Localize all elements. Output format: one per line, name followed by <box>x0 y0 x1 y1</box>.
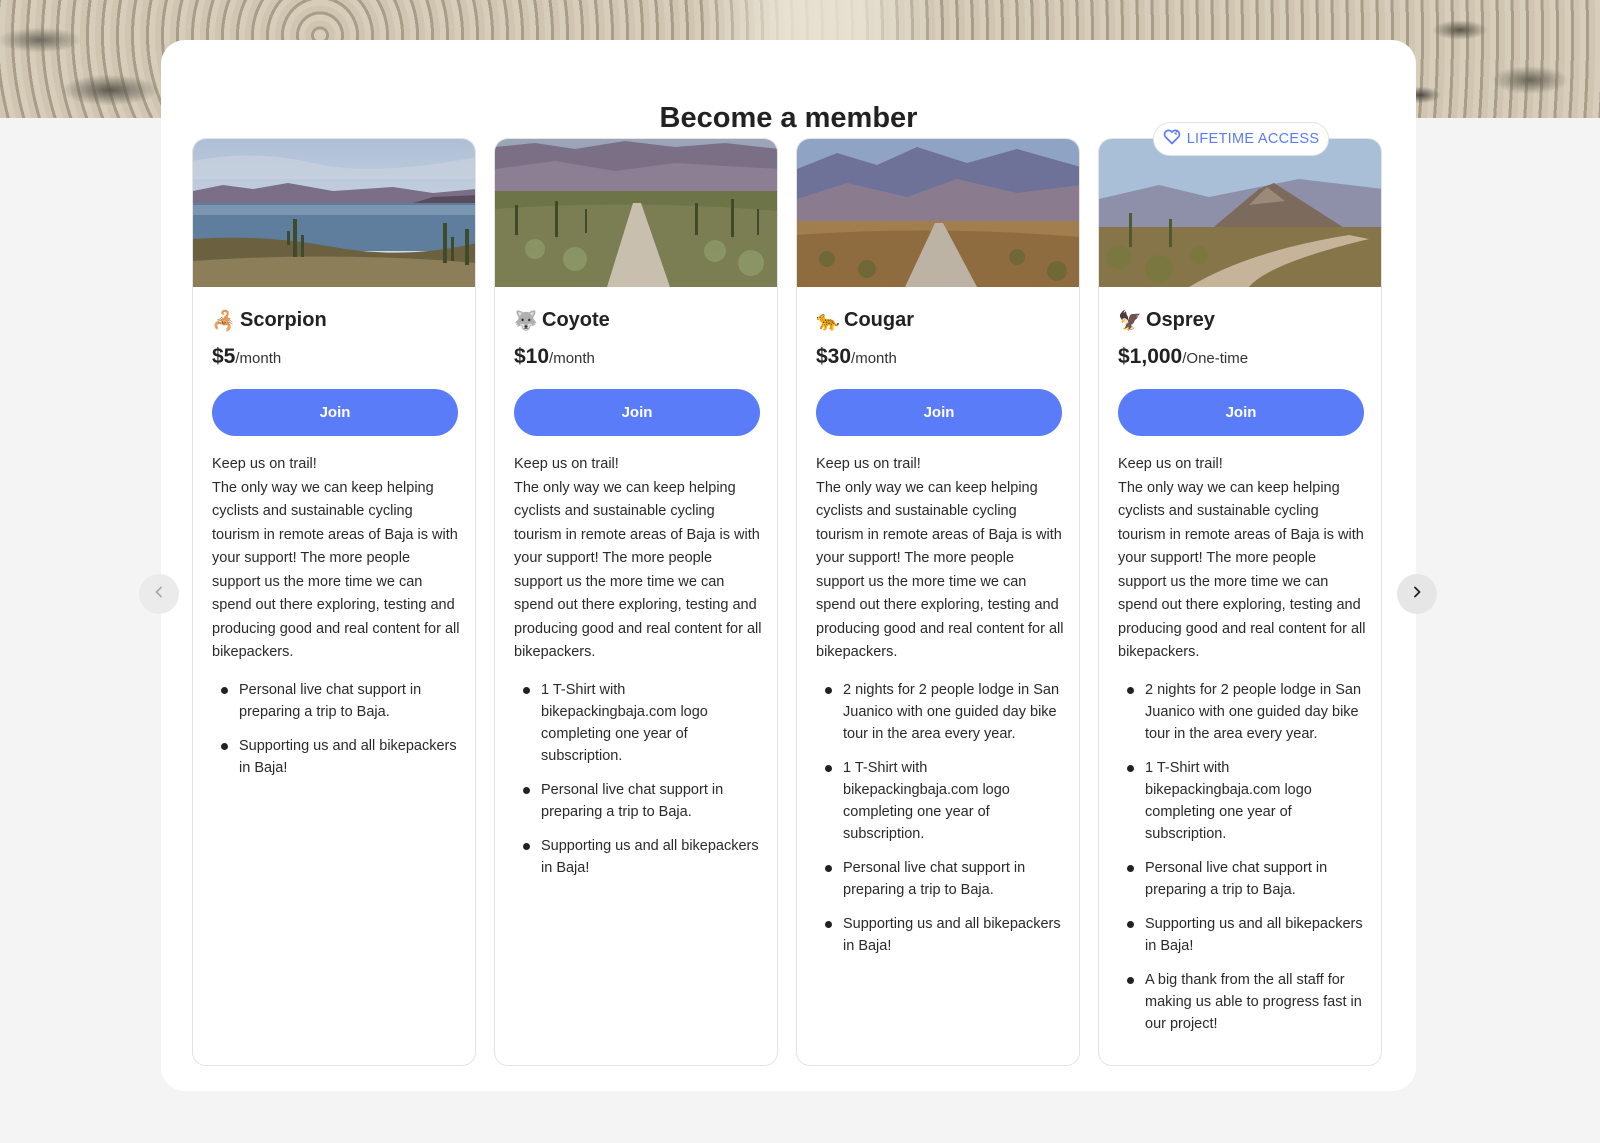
desc-body: The only way we can keep helping cyclist… <box>816 479 1064 661</box>
perk-item: A big thank from the all staff for makin… <box>1118 969 1368 1035</box>
osprey-icon: 🦅 <box>1118 310 1142 332</box>
price-period: /month <box>851 350 897 367</box>
scorpion-icon: 🦂 <box>212 310 236 332</box>
tier-price: $1,000/One-time <box>1118 345 1248 369</box>
join-button-cougar[interactable]: Join <box>816 389 1062 436</box>
tier-description: Keep us on trail! The only way we can kee… <box>816 453 1066 665</box>
perks-list: 1 T-Shirt with bikepackingbaja.com logo … <box>514 679 764 891</box>
tier-name: Scorpion <box>240 309 327 331</box>
chevron-right-icon <box>1412 585 1422 603</box>
perk-item: Personal live chat support in preparing … <box>212 679 462 723</box>
tier-name: Coyote <box>542 309 610 331</box>
perk-item: 2 nights for 2 people lodge in San Juani… <box>1118 679 1368 745</box>
perk-item: Personal live chat support in preparing … <box>514 779 764 823</box>
tier-name: Cougar <box>844 309 914 331</box>
price-amount: $10 <box>514 345 550 368</box>
desc-body: The only way we can keep helping cyclist… <box>1118 479 1366 661</box>
perks-list: 2 nights for 2 people lodge in San Juani… <box>816 679 1066 969</box>
perk-item: Supporting us and all bikepackers in Baj… <box>816 913 1066 957</box>
price-amount: $30 <box>816 345 852 368</box>
price-period: /month <box>235 350 282 367</box>
tier-image-lake <box>193 139 475 287</box>
lifetime-access-badge: LIFETIME ACCESS <box>1153 122 1329 156</box>
perk-item: Supporting us and all bikepackers in Baj… <box>1118 913 1368 957</box>
tier-card-osprey: 🦅 Osprey $1,000/One-time Join Keep us on… <box>1098 138 1382 1066</box>
tier-price: $30/month <box>816 345 897 369</box>
desc-intro: Keep us on trail! <box>1118 456 1223 472</box>
join-button-coyote[interactable]: Join <box>514 389 760 436</box>
coyote-icon: 🐺 <box>514 310 538 332</box>
join-button-scorpion[interactable]: Join <box>212 389 458 436</box>
price-period: /month <box>549 350 595 367</box>
perk-item: Personal live chat support in preparing … <box>816 857 1066 901</box>
tier-price: $10/month <box>514 345 595 369</box>
tier-image-mountain-road <box>797 139 1079 287</box>
desc-intro: Keep us on trail! <box>212 456 317 472</box>
lifetime-access-label: LIFETIME ACCESS <box>1186 131 1320 147</box>
tier-image-peak-road <box>1099 139 1381 287</box>
perk-item: Personal live chat support in preparing … <box>1118 857 1368 901</box>
perk-item: Supporting us and all bikepackers in Baj… <box>514 835 764 879</box>
carousel-next-button[interactable] <box>1397 574 1437 614</box>
tier-title: 🦂 Scorpion <box>212 309 327 332</box>
perk-item: 1 T-Shirt with bikepackingbaja.com logo … <box>1118 757 1368 845</box>
cougar-icon: 🐆 <box>816 310 840 332</box>
perk-item: 2 nights for 2 people lodge in San Juani… <box>816 679 1066 745</box>
chevron-left-icon <box>154 585 164 603</box>
gem-heart-icon <box>1163 129 1181 149</box>
desc-intro: Keep us on trail! <box>514 456 619 472</box>
tier-image-desert-road <box>495 139 777 287</box>
perks-list: Personal live chat support in preparing … <box>212 679 462 791</box>
tier-price: $5/month <box>212 345 281 369</box>
tier-name: Osprey <box>1146 309 1215 331</box>
price-amount: $5 <box>212 345 236 368</box>
tier-card-cougar: 🐆 Cougar $30/month Join Keep us on trail… <box>796 138 1080 1066</box>
carousel-prev-button[interactable] <box>139 574 179 614</box>
tier-card-coyote: 🐺 Coyote $10/month Join Keep us on trail… <box>494 138 778 1066</box>
tier-description: Keep us on trail! The only way we can kee… <box>514 453 764 665</box>
desc-body: The only way we can keep helping cyclist… <box>514 479 762 661</box>
tier-description: Keep us on trail! The only way we can kee… <box>1118 453 1368 665</box>
perk-item: 1 T-Shirt with bikepackingbaja.com logo … <box>514 679 764 767</box>
perk-item: 1 T-Shirt with bikepackingbaja.com logo … <box>816 757 1066 845</box>
tier-title: 🐺 Coyote <box>514 309 610 332</box>
perk-item: Supporting us and all bikepackers in Baj… <box>212 735 462 779</box>
tier-description: Keep us on trail! The only way we can kee… <box>212 453 462 665</box>
tier-title: 🦅 Osprey <box>1118 309 1215 332</box>
price-amount: $1,000 <box>1118 345 1183 368</box>
tier-card-scorpion: 🦂 Scorpion $5/month Join Keep us on trai… <box>192 138 476 1066</box>
join-button-osprey[interactable]: Join <box>1118 389 1364 436</box>
desc-intro: Keep us on trail! <box>816 456 921 472</box>
tier-title: 🐆 Cougar <box>816 309 914 332</box>
perks-list: 2 nights for 2 people lodge in San Juani… <box>1118 679 1368 1047</box>
desc-body: The only way we can keep helping cyclist… <box>212 479 460 661</box>
price-period: /One-time <box>1182 350 1249 367</box>
